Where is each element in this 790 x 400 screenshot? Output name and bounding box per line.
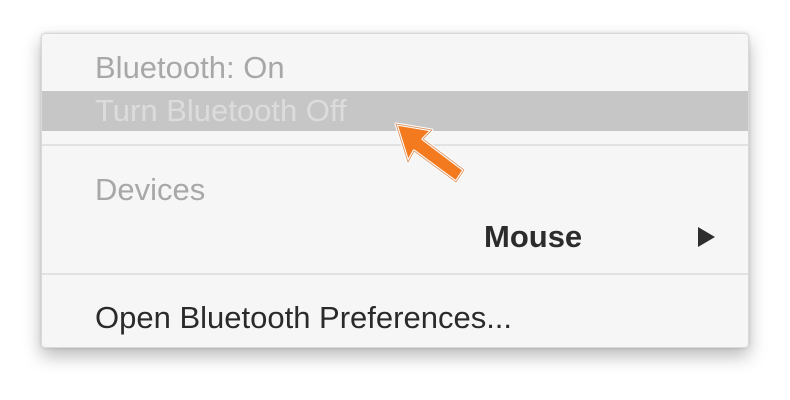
bluetooth-status-text: Bluetooth: On [95, 50, 285, 85]
orange-arrow-pointer-icon [394, 122, 466, 184]
device-item-mouse[interactable]: Mouse [42, 217, 748, 257]
open-bluetooth-preferences-item[interactable]: Open Bluetooth Preferences... [42, 298, 748, 338]
chevron-right-icon [698, 227, 715, 247]
turn-bluetooth-off-label: Turn Bluetooth Off [95, 93, 347, 128]
screenshot-stage: Bluetooth: On Turn Bluetooth Off Devices… [0, 0, 790, 400]
open-preferences-label: Open Bluetooth Preferences... [95, 300, 513, 335]
device-name-label: Mouse [484, 219, 583, 254]
devices-header-text: Devices [95, 172, 206, 207]
bluetooth-status-label: Bluetooth: On [42, 48, 748, 88]
menu-separator [42, 273, 748, 275]
bluetooth-menu: Bluetooth: On Turn Bluetooth Off Devices… [41, 33, 749, 348]
